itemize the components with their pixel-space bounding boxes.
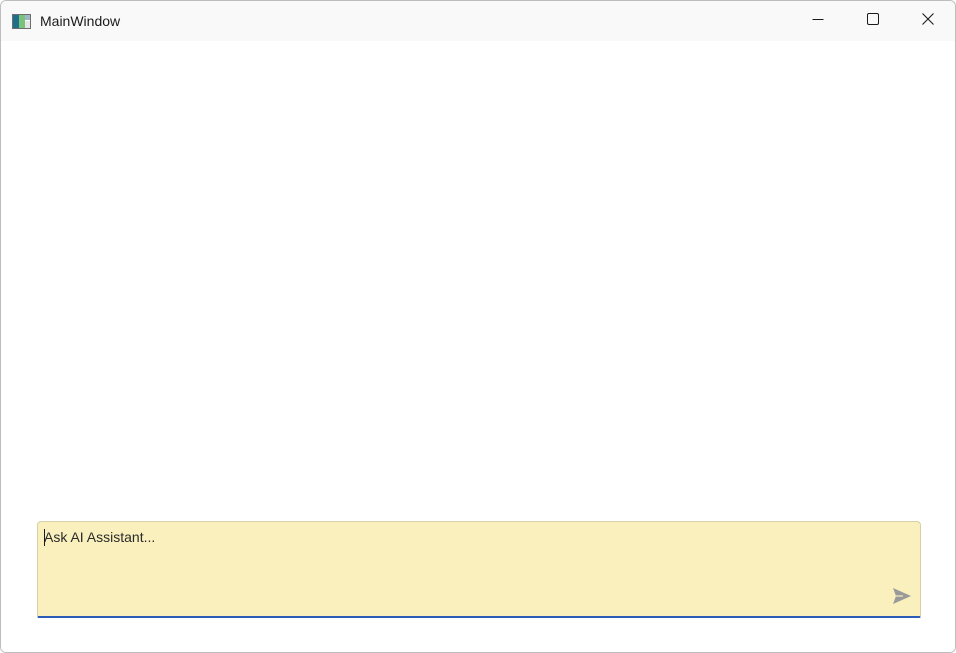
maximize-button[interactable] bbox=[845, 1, 900, 41]
window-title: MainWindow bbox=[40, 13, 121, 29]
main-window: MainWindow Ask AI Assistant... bbox=[0, 0, 956, 653]
send-icon bbox=[892, 587, 912, 610]
minimize-icon bbox=[812, 12, 824, 30]
close-icon bbox=[921, 12, 934, 30]
chat-input[interactable]: Ask AI Assistant... bbox=[37, 521, 921, 618]
close-button[interactable] bbox=[900, 1, 955, 41]
chat-input-placeholder[interactable]: Ask AI Assistant... bbox=[44, 529, 155, 546]
maximize-icon bbox=[866, 12, 879, 30]
title-bar[interactable]: MainWindow bbox=[1, 1, 955, 41]
minimize-button[interactable] bbox=[790, 1, 845, 41]
text-caret bbox=[44, 529, 45, 546]
send-button[interactable] bbox=[888, 584, 916, 612]
app-icon bbox=[12, 14, 31, 29]
